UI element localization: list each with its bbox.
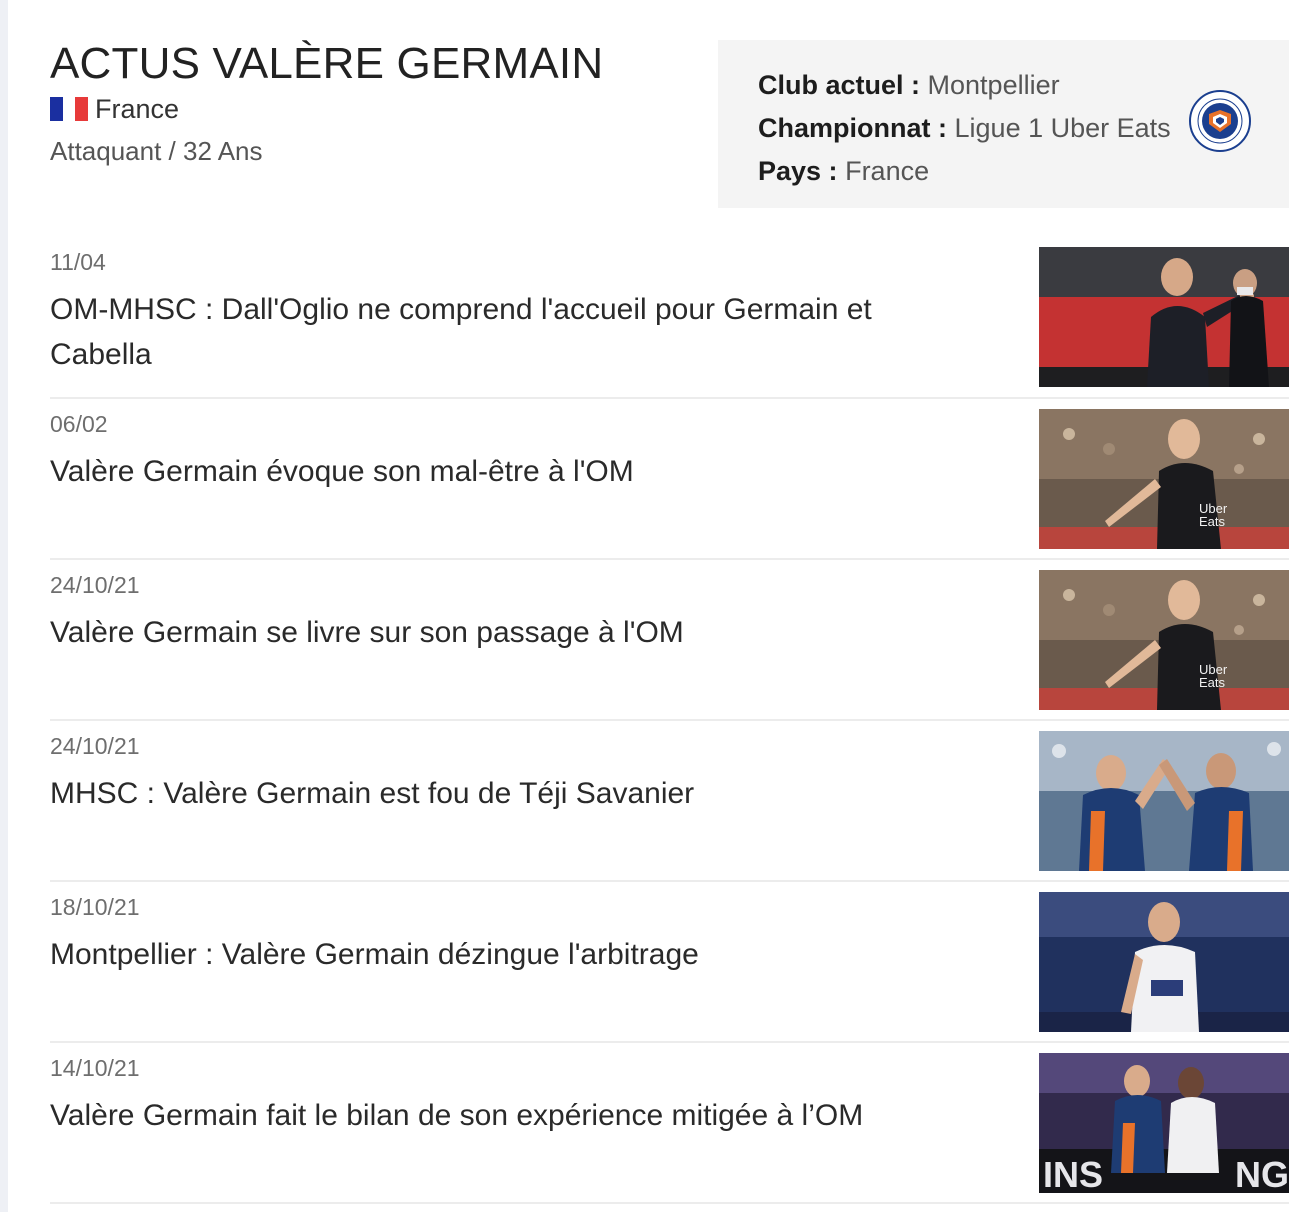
position-age: Attaquant / 32 Ans — [50, 136, 263, 166]
news-item[interactable]: 24/10/21 Valère Germain se livre sur son… — [50, 560, 1289, 721]
league-row: Championnat : Ligue 1 Uber Eats — [758, 107, 1249, 150]
news-thumbnail[interactable]: Uber Eats — [1039, 570, 1289, 710]
news-date: 24/10/21 — [50, 572, 140, 598]
player-header: ACTUS VALÈRE GERMAIN France Attaquant / … — [50, 38, 603, 167]
club-value[interactable]: Montpellier — [928, 70, 1060, 100]
country-value: France — [845, 156, 930, 186]
news-title-link[interactable]: Montpellier : Valère Germain dézingue l'… — [50, 932, 980, 977]
club-row: Club actuel : Montpellier — [758, 64, 1249, 107]
news-thumbnail[interactable] — [1039, 892, 1289, 1032]
france-flag-icon — [50, 97, 89, 121]
svg-text:INS: INS — [1043, 1154, 1103, 1193]
news-thumbnail[interactable] — [1039, 731, 1289, 871]
news-item[interactable]: 24/10/21 MHSC : Valère Germain est fou d… — [50, 721, 1289, 882]
page-title: ACTUS VALÈRE GERMAIN — [50, 39, 604, 88]
country-label: France — [95, 93, 180, 124]
news-title-link[interactable]: Valère Germain fait le bilan de son expé… — [50, 1093, 980, 1138]
news-date: 06/02 — [50, 411, 108, 437]
country-row: Pays : France — [758, 150, 1249, 193]
news-thumbnail[interactable]: INS NG — [1039, 1053, 1289, 1193]
news-item[interactable]: 14/10/21 Valère Germain fait le bilan de… — [50, 1043, 1289, 1204]
news-date: 18/10/21 — [50, 894, 140, 920]
club-label: Club actuel : — [758, 70, 921, 100]
club-info-box: Club actuel : Montpellier Championnat : … — [718, 40, 1289, 208]
news-list: 11/04 OM-MHSC : Dall'Oglio ne comprend l… — [50, 237, 1289, 1204]
news-title-link[interactable]: OM-MHSC : Dall'Oglio ne comprend l'accue… — [50, 287, 980, 377]
news-thumbnail[interactable]: Uber Eats — [1039, 409, 1289, 549]
league-label: Championnat : — [758, 113, 947, 143]
news-thumbnail[interactable] — [1039, 247, 1289, 387]
news-date: 24/10/21 — [50, 733, 140, 759]
news-item[interactable]: 18/10/21 Montpellier : Valère Germain dé… — [50, 882, 1289, 1043]
news-title-link[interactable]: Valère Germain évoque son mal-être à l'O… — [50, 449, 980, 494]
svg-text:Eats: Eats — [1199, 675, 1226, 690]
svg-text:NG: NG — [1235, 1154, 1289, 1193]
news-date: 14/10/21 — [50, 1055, 140, 1081]
svg-text:Eats: Eats — [1199, 514, 1226, 529]
nationality: France — [50, 94, 603, 124]
league-value[interactable]: Ligue 1 Uber Eats — [955, 113, 1171, 143]
news-title-link[interactable]: MHSC : Valère Germain est fou de Téji Sa… — [50, 771, 980, 816]
news-item[interactable]: 06/02 Valère Germain évoque son mal-être… — [50, 399, 1289, 560]
news-item[interactable]: 11/04 OM-MHSC : Dall'Oglio ne comprend l… — [50, 237, 1289, 399]
news-date: 11/04 — [50, 249, 106, 275]
left-gutter — [0, 0, 8, 1212]
montpellier-club-logo-icon[interactable] — [1189, 90, 1251, 152]
country-info-label: Pays : — [758, 156, 838, 186]
news-title-link[interactable]: Valère Germain se livre sur son passage … — [50, 610, 980, 655]
